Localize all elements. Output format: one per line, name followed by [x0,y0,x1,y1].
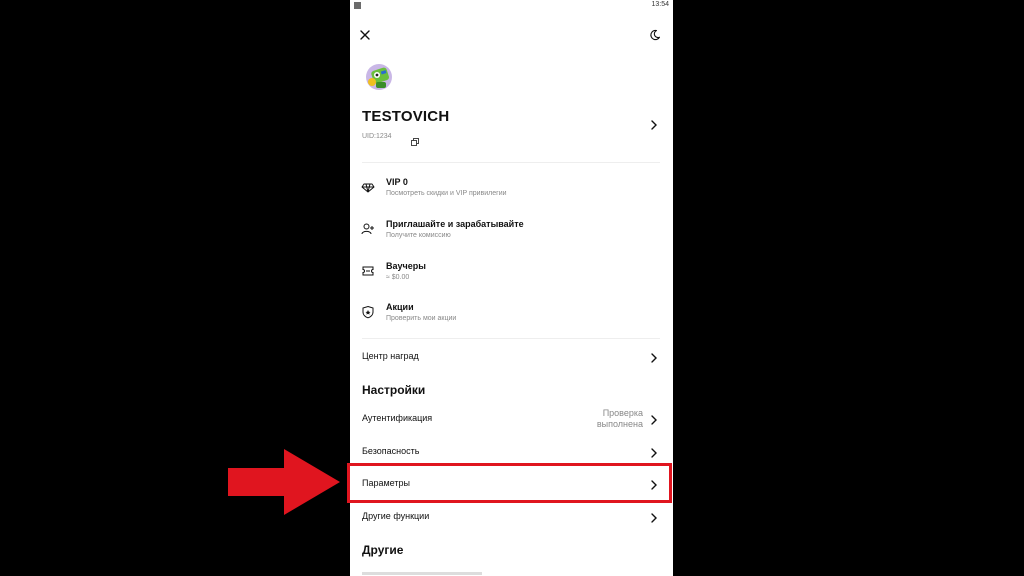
avatar-image [362,60,396,94]
menu-item-subtitle: Проверить мои акции [386,315,457,322]
row-label: Безопасность [362,446,420,456]
chevron-right-icon [650,413,658,425]
menu-item-title: Акции [386,302,414,312]
menu-item-subtitle: Получите комиссию [386,232,451,239]
avatar[interactable] [362,60,396,94]
status-line: Проверка [602,408,643,418]
status-line: выполнена [596,419,643,429]
chevron-right-icon [650,446,658,458]
username: TESTOVICH [362,108,450,125]
menu-item-title: VIP 0 [386,177,408,187]
rewards-center-row[interactable]: Центр наград [350,343,673,371]
close-icon [360,30,370,40]
row-label: Аутентификация [362,413,433,423]
divider [362,162,660,163]
row-label: Другие функции [362,511,430,521]
menu-item-promotions[interactable]: Акции Проверить мои акции [350,302,673,338]
settings-section-title: Настройки [362,383,426,397]
close-button[interactable] [358,28,372,42]
chevron-right-icon [650,511,658,523]
authentication-row[interactable]: Аутентификация Проверка выполнена [350,405,673,433]
shield-icon [361,305,375,319]
dark-mode-toggle[interactable] [648,28,662,42]
diamond-icon [361,180,375,194]
menu-item-subtitle: ≈ $0.00 [386,274,410,281]
copy-icon[interactable] [411,133,419,146]
menu-item-vip[interactable]: VIP 0 Посмотреть скидки и VIP привилегии [350,177,673,213]
divider [362,338,660,339]
menu-item-subtitle: Посмотреть скидки и VIP привилегии [386,190,507,197]
arrow-right-icon [228,449,340,515]
row-label: Центр наград [362,351,419,361]
partial-row-peek [362,572,482,575]
notification-icon [354,2,361,9]
user-id: UID:1234 [362,133,392,140]
ticket-icon [361,264,375,278]
authentication-status: Проверка выполнена [597,408,643,430]
add-user-icon [361,222,375,236]
other-section-title: Другие [362,543,404,557]
security-row[interactable]: Безопасность [350,438,673,466]
moon-icon [650,29,661,41]
other-functions-row[interactable]: Другие функции [350,503,673,531]
highlight-box [347,463,672,503]
status-bar: 13:54 [350,0,673,12]
profile-chevron-icon[interactable] [650,118,658,130]
menu-item-vouchers[interactable]: Ваучеры ≈ $0.00 [350,261,673,297]
menu-item-title: Приглашайте и зарабатывайте [386,219,524,229]
status-time: 13:54 [651,1,669,8]
menu-item-referral[interactable]: Приглашайте и зарабатывайте Получите ком… [350,219,673,255]
menu-item-title: Ваучеры [386,261,426,271]
chevron-right-icon [650,351,658,363]
